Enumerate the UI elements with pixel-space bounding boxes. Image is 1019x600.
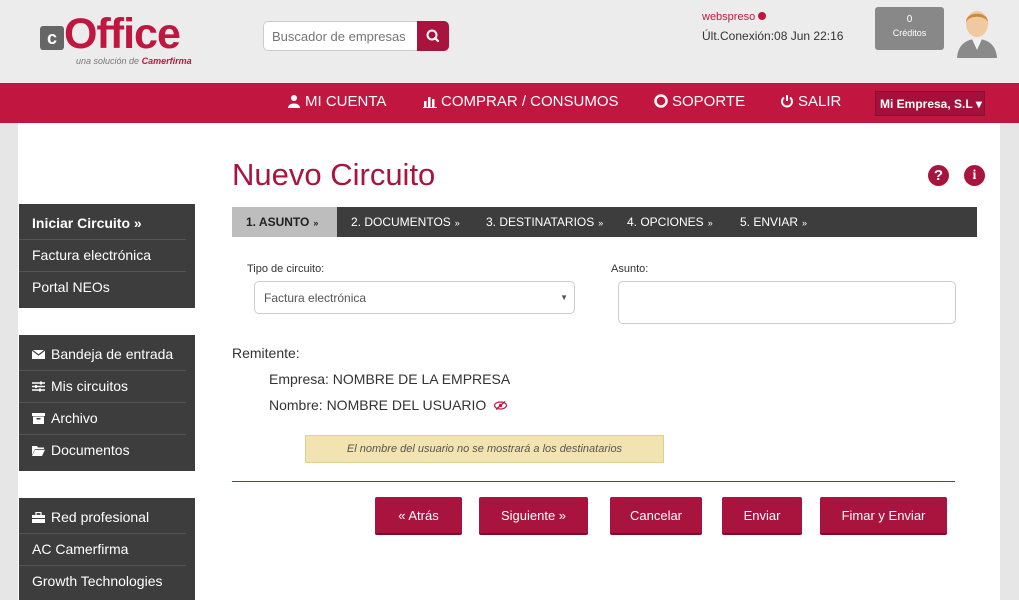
sidebar-item-label: Documentos [51, 442, 130, 458]
step-subject[interactable]: 1. ASUNTO» [232, 207, 337, 237]
step-label: 4. OPCIONES [627, 215, 704, 229]
nav-support[interactable]: SOPORTE [654, 83, 745, 123]
subject-input[interactable] [618, 281, 956, 324]
back-button[interactable]: « Atrás [375, 497, 462, 535]
credits-label: Créditos [892, 28, 927, 38]
logo-tagline: una solución de Camerfirma [76, 56, 192, 66]
circuit-type-label: Tipo de circuito: [247, 263, 325, 275]
search-input[interactable] [263, 21, 418, 51]
company-search [263, 21, 450, 51]
username: webspreso [702, 11, 756, 23]
sender-company: Empresa: NOMBRE DE LA EMPRESA [269, 371, 511, 387]
step-recipients[interactable]: 3. DESTINATARIOS» [472, 207, 617, 237]
company-select[interactable]: Mi Empresa, S.L ▾ [875, 91, 985, 116]
tagline-prefix: una solución de [76, 56, 140, 66]
send-button[interactable]: Enviar [722, 497, 802, 535]
chevron-down-icon: » [313, 218, 319, 228]
main-navbar: MI CUENTA COMPRAR / CONSUMOS SOPORTE SAL… [0, 83, 1019, 123]
search-icon [426, 29, 440, 43]
nav-logout[interactable]: SALIR [780, 83, 841, 123]
sidebar-item-inbox[interactable]: Bandeja de entrada [19, 339, 186, 371]
next-button[interactable]: Siguiente » [479, 497, 588, 535]
lifebuoy-icon [654, 94, 668, 108]
sender-name-row: Nombre: NOMBRE DEL USUARIO [269, 397, 508, 413]
wizard-steps: 1. ASUNTO» 2. DOCUMENTOS» 3. DESTINATARI… [232, 207, 977, 237]
archive-icon [32, 413, 45, 424]
sidebar-item-documents[interactable]: Documentos [19, 435, 186, 467]
chevron-down-icon: » [598, 218, 604, 228]
avatar[interactable] [955, 6, 999, 58]
sign-and-send-button[interactable]: Fimar y Enviar [820, 497, 947, 535]
page-title: Nuevo Circuito [232, 157, 436, 192]
coffice-logo[interactable]: c Office una solución de Camerfirma [40, 12, 200, 70]
step-send[interactable]: 5. ENVIAR» [726, 207, 821, 237]
sidebar-item-professional-network[interactable]: Red profesional [19, 502, 186, 534]
sidebar-item-portal-neos[interactable]: Portal NEOs [19, 272, 186, 304]
sidebar-item-label: Bandeja de entrada [51, 346, 174, 362]
folder-open-icon [32, 446, 45, 456]
bar-chart-icon [423, 97, 437, 108]
step-documents[interactable]: 2. DOCUMENTOS» [337, 207, 474, 237]
sidebar-item-growth-technologies[interactable]: Growth Technologies [19, 566, 186, 598]
gear-icon [758, 12, 767, 20]
sidebar-item-label: Archivo [51, 410, 98, 426]
nav-label: MI CUENTA [305, 93, 387, 110]
nav-label: COMPRAR / CONSUMOS [441, 93, 619, 110]
divider [232, 481, 955, 482]
cancel-button[interactable]: Cancelar [610, 497, 702, 535]
sidebar-item-label: Mis circuitos [51, 378, 129, 394]
circuit-type-value: Factura electrónica [264, 291, 367, 305]
chevron-down-icon: » [454, 218, 460, 228]
subject-label: Asunto: [611, 263, 649, 275]
privacy-notice: El nombre del usuario no se mostrará a l… [305, 435, 664, 463]
sliders-icon [32, 381, 45, 392]
sidebar-group-network: Red profesional AC Camerfirma Growth Tec… [19, 498, 195, 600]
step-label: 2. DOCUMENTOS [351, 215, 451, 229]
sender-heading: Remitente: [232, 345, 300, 361]
chevron-down-icon: » [802, 218, 808, 228]
caret-down-icon: ▼ [560, 293, 568, 302]
sidebar-item-e-invoice[interactable]: Factura electrónica [19, 240, 186, 272]
sidebar-group-circuits: Iniciar Circuito » Factura electrónica P… [19, 204, 195, 308]
eye-slash-icon[interactable] [494, 401, 508, 410]
nav-label: SALIR [798, 93, 842, 110]
user-icon [288, 95, 300, 108]
circuit-type-select[interactable]: Factura electrónica ▼ [254, 281, 575, 314]
logo-word: Office [64, 10, 181, 58]
sidebar-item-archive[interactable]: Archivo [19, 403, 186, 435]
help-icon[interactable]: ? [928, 165, 949, 186]
user-menu[interactable]: webspreso [702, 11, 767, 23]
sidebar-item-my-circuits[interactable]: Mis circuitos [19, 371, 186, 403]
nav-purchases[interactable]: COMPRAR / CONSUMOS [423, 83, 619, 123]
logo-box: c [40, 26, 64, 50]
sender-name: Nombre: NOMBRE DEL USUARIO [269, 397, 487, 413]
sidebar-item-label: Red profesional [51, 509, 150, 525]
sidebar-item-start-circuit[interactable]: Iniciar Circuito » [19, 208, 186, 240]
step-label: 5. ENVIAR [740, 215, 799, 229]
nav-my-account[interactable]: MI CUENTA [287, 83, 386, 123]
envelope-icon [32, 349, 45, 359]
step-label: 3. DESTINATARIOS [486, 215, 595, 229]
step-options[interactable]: 4. OPCIONES» [613, 207, 727, 237]
step-label: 1. ASUNTO [246, 215, 310, 229]
info-icon[interactable]: i [964, 165, 985, 186]
chevron-down-icon: » [707, 218, 713, 228]
last-connection: Últ.Conexión:08 Jun 22:16 [702, 29, 844, 43]
nav-label: SOPORTE [672, 93, 746, 110]
tagline-brand: Camerfirma [141, 56, 192, 66]
sidebar-group-mail: Bandeja de entrada Mis circuitos Archivo… [19, 335, 195, 471]
user-avatar-icon [957, 11, 997, 58]
credits-button[interactable]: 0 Créditos [875, 7, 944, 50]
sidebar-item-ac-camerfirma[interactable]: AC Camerfirma [19, 534, 186, 566]
top-header: c Office una solución de Camerfirma webs… [0, 0, 1019, 83]
credits-count: 0 [906, 14, 913, 25]
briefcase-icon [32, 512, 45, 523]
power-icon [781, 95, 793, 108]
search-button[interactable] [417, 21, 449, 51]
